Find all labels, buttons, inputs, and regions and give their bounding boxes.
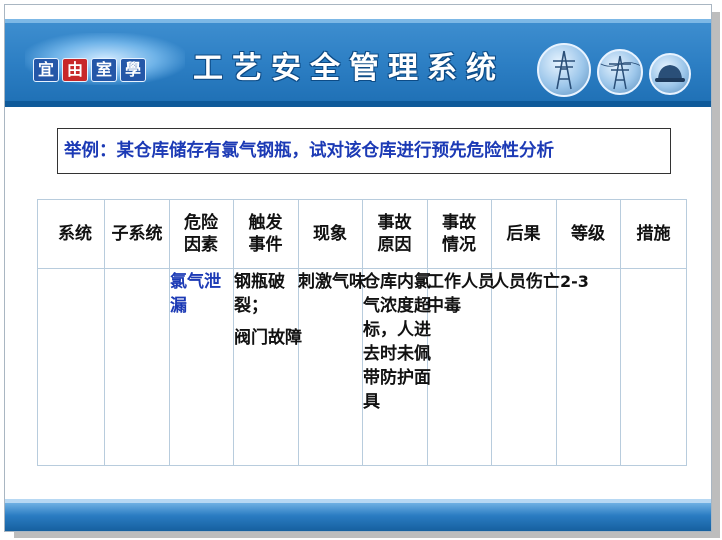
header-system: 系统	[58, 224, 92, 244]
cell-situation: 工作人员中毒	[427, 272, 495, 316]
page-title: 工艺安全管理系统	[193, 51, 505, 86]
header-phenomenon: 现象	[313, 224, 347, 244]
logo-char: 學	[120, 58, 146, 82]
logo-char: 由	[62, 58, 88, 82]
header-trigger: 触发 事件	[248, 213, 283, 255]
example-question: 举例：某仓库储存有氯气钢瓶，试对该仓库进行预先危险性分析	[57, 128, 671, 174]
logo-char: 宜	[33, 58, 59, 82]
cell-trigger: 钢瓶破裂； 阀门故障	[234, 270, 302, 350]
cell-consequence: 人员伤亡	[492, 272, 560, 292]
header-measures: 措施	[636, 224, 671, 244]
cell-phenomenon: 刺激气味	[298, 272, 366, 292]
header-grade: 等级	[571, 224, 605, 244]
cell-cause: 仓库内氯气浓度超标，人进去时未佩带防护面具	[363, 272, 431, 412]
cell-grade: 2-3	[560, 272, 589, 291]
header-subsystem: 子系统	[111, 224, 163, 244]
footer-bar	[5, 503, 711, 531]
hardhat-icon	[649, 53, 691, 95]
cell-hazard: 氯气泄漏	[170, 272, 221, 316]
header-hazard: 危险 因素	[184, 213, 218, 255]
header-cause: 事故 原因	[377, 213, 412, 255]
banner-highlight	[5, 19, 711, 23]
header-consequence: 后果	[506, 224, 541, 244]
power-tower-icon	[537, 43, 591, 97]
banner-stripe	[5, 101, 711, 107]
transmission-line-icon	[597, 49, 643, 95]
header-situation: 事故 情况	[442, 213, 476, 255]
logo: 宜 由 室 學	[33, 58, 146, 82]
trigger-item: 阀门故障	[234, 328, 302, 348]
trigger-item: 钢瓶破裂；	[234, 272, 285, 316]
logo-char: 室	[91, 58, 117, 82]
